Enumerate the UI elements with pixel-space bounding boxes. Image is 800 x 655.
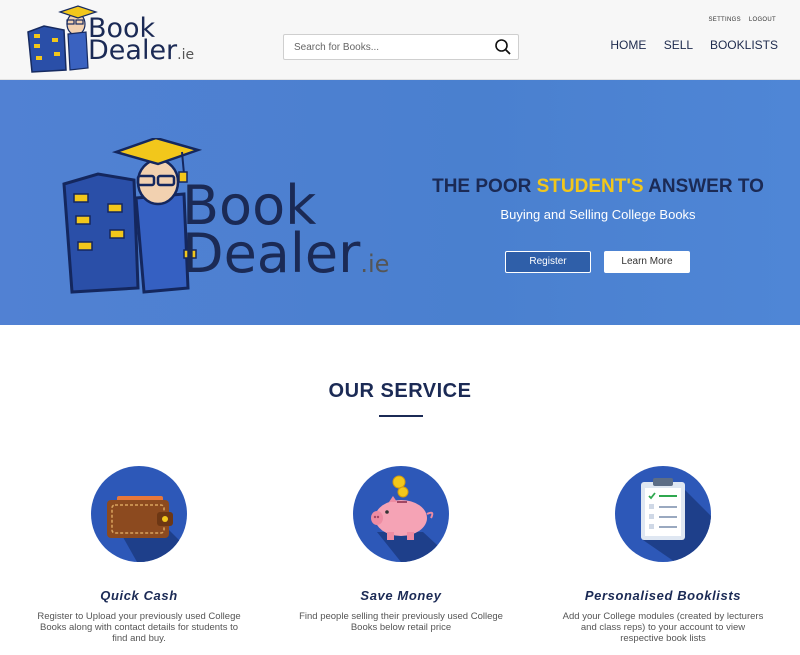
register-button[interactable]: Register xyxy=(505,251,591,273)
service-card-description: Find people selling their previously use… xyxy=(299,611,503,633)
hero-subtitle: Buying and Selling College Books xyxy=(500,207,696,222)
nav-item-sell[interactable]: SELL xyxy=(664,38,693,52)
search-box xyxy=(283,34,519,60)
search-icon[interactable] xyxy=(494,38,512,56)
service-card-quick-cash: Quick Cash Register to Upload your previ… xyxy=(24,466,254,644)
wallet-icon xyxy=(91,466,187,562)
nav-item-home[interactable]: HOME xyxy=(610,38,646,52)
clipboard-checklist-icon xyxy=(615,466,711,562)
hero-logo-line2: Dealer xyxy=(182,222,361,285)
logout-link[interactable]: LOGOUT xyxy=(749,17,776,23)
logo-text: Book Dealer.ie xyxy=(88,15,195,66)
mascot-icon xyxy=(27,5,98,73)
site-header: Book Dealer.ie SETTINGS LOGOUT HOME SELL… xyxy=(0,0,800,80)
hero-logo-tld: .ie xyxy=(360,250,390,278)
piggy-bank-icon xyxy=(353,466,449,562)
learn-more-button[interactable]: Learn More xyxy=(604,251,690,273)
service-title: OUR SERVICE xyxy=(328,380,472,402)
main-nav: HOME SELL BOOKLISTS xyxy=(596,38,778,52)
hero-title-pre: THE POOR xyxy=(432,176,537,197)
hero-title: THE POOR STUDENT'S ANSWER TO xyxy=(400,176,796,198)
search-input[interactable] xyxy=(284,35,484,59)
logo-text-line2: Dealer xyxy=(88,35,178,66)
settings-link[interactable]: SETTINGS xyxy=(708,17,740,23)
section-divider xyxy=(379,415,423,417)
service-card-title: Save Money xyxy=(360,588,442,603)
service-card-booklists: Personalised Booklists Add your College … xyxy=(548,466,778,644)
utility-links: SETTINGS LOGOUT xyxy=(702,17,776,23)
hero-title-post: ANSWER TO xyxy=(643,176,764,197)
hero-logo: Book Dealer.ie xyxy=(58,136,389,298)
hero-logo-text: Book Dealer.ie xyxy=(182,179,390,288)
service-card-description: Add your College modules (created by lec… xyxy=(562,611,764,644)
hero-banner: Book Dealer.ie THE POOR STUDENT'S ANSWER… xyxy=(0,80,800,325)
service-card-title: Personalised Booklists xyxy=(584,588,742,603)
service-card-title: Quick Cash xyxy=(100,588,178,603)
nav-item-booklists[interactable]: BOOKLISTS xyxy=(710,38,778,52)
service-card-save-money: Save Money Find people selling their pre… xyxy=(286,466,516,633)
logo-tld: .ie xyxy=(177,47,195,63)
service-card-description: Register to Upload your previously used … xyxy=(37,611,241,644)
hero-title-highlight: STUDENT'S xyxy=(536,176,644,197)
